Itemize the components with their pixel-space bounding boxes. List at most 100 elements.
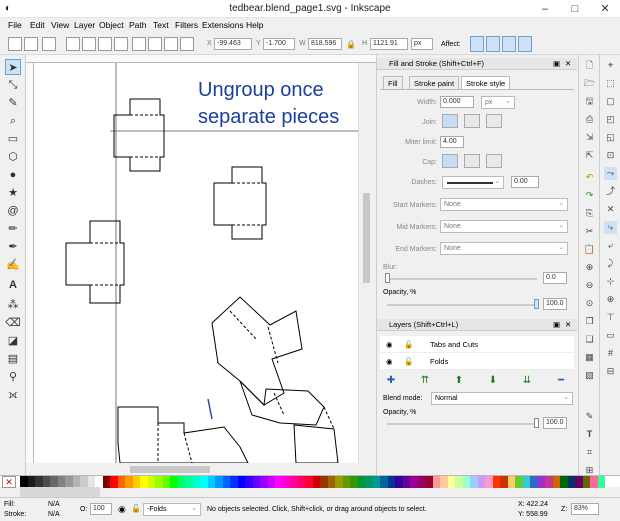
clone-icon[interactable]: ❏	[583, 333, 596, 346]
palette-swatch[interactable]	[297, 476, 305, 488]
snap-nodes-icon[interactable]: ⤳	[604, 167, 617, 180]
raise-icon[interactable]	[148, 37, 162, 51]
palette-swatch[interactable]	[537, 476, 545, 488]
add-layer-icon[interactable]: ✚	[383, 374, 399, 388]
zoom-selection-icon[interactable]: ⊕	[583, 261, 596, 274]
palette-swatch[interactable]	[177, 476, 185, 488]
duplicate-icon[interactable]: ❐	[583, 315, 596, 328]
palette-swatch[interactable]	[560, 476, 568, 488]
layer-up-icon[interactable]: ⬆	[451, 374, 467, 388]
pen-tool-icon[interactable]: ✒	[5, 239, 21, 255]
star-tool-icon[interactable]: ★	[5, 185, 21, 201]
blur-slider[interactable]	[387, 278, 537, 280]
palette-swatch[interactable]	[305, 476, 313, 488]
palette-swatch[interactable]	[380, 476, 388, 488]
horizontal-ruler[interactable]	[26, 55, 376, 63]
layer-opacity-handle[interactable]	[534, 418, 539, 428]
eraser-tool-icon[interactable]: ⌫	[5, 315, 21, 331]
palette-swatch[interactable]	[350, 476, 358, 488]
palette-swatch[interactable]	[507, 476, 515, 488]
flip-vertical-icon[interactable]	[114, 37, 128, 51]
palette-swatch[interactable]	[440, 476, 448, 488]
palette-swatch[interactable]	[387, 476, 395, 488]
canvas-annotation-text[interactable]: Ungroup once separate pieces	[198, 77, 339, 131]
palette-swatch[interactable]	[402, 476, 410, 488]
palette-swatch[interactable]	[335, 476, 343, 488]
palette-swatch[interactable]	[170, 476, 178, 488]
palette-swatch[interactable]	[500, 476, 508, 488]
snap-bbox-edges-icon[interactable]: ▢	[604, 95, 617, 108]
palette-swatch[interactable]	[365, 476, 373, 488]
y-input[interactable]: -1.700	[263, 38, 295, 50]
snap-bbox-midpoints-icon[interactable]: ◱	[604, 131, 617, 144]
snap-centers-icon[interactable]: ⊡	[604, 149, 617, 162]
palette-swatch[interactable]	[462, 476, 470, 488]
layer-opacity-slider[interactable]	[387, 423, 537, 425]
snap-cusp-icon[interactable]: ⤷	[604, 221, 617, 234]
join-miter-icon[interactable]	[442, 114, 458, 128]
palette-swatch[interactable]	[267, 476, 275, 488]
cap-butt-icon[interactable]	[442, 154, 458, 168]
rectangle-tool-icon[interactable]: ▭	[5, 131, 21, 147]
text-font-icon[interactable]: T	[583, 428, 596, 441]
snap-midpoints-icon[interactable]: ⤸	[604, 257, 617, 270]
select-all-layers-icon[interactable]	[24, 37, 38, 51]
opacity-slider-handle[interactable]	[534, 299, 539, 309]
palette-swatch[interactable]	[140, 476, 148, 488]
start-markers-select[interactable]: None	[440, 198, 568, 211]
width-unit-select[interactable]: px	[481, 96, 515, 109]
palette-swatch[interactable]	[192, 476, 200, 488]
palette-swatch[interactable]	[590, 476, 598, 488]
menu-filters[interactable]: Filters	[175, 20, 198, 30]
palette-swatch[interactable]	[455, 476, 463, 488]
layer-opacity-input[interactable]: 100.0	[543, 417, 567, 429]
menu-edit[interactable]: Edit	[30, 20, 45, 30]
snap-bbox-corners-icon[interactable]: ◰	[604, 113, 617, 126]
layers-panel-close-icon[interactable]: ✕	[565, 319, 571, 331]
palette-scrollbar[interactable]	[20, 487, 100, 497]
new-document-icon[interactable]: 🗋	[583, 59, 596, 72]
3d-box-tool-icon[interactable]: ⬡	[5, 149, 21, 165]
no-paint-icon[interactable]: ✕	[2, 476, 16, 488]
palette-swatch[interactable]	[485, 476, 493, 488]
xml-editor-icon[interactable]: ⌗	[583, 446, 596, 459]
palette-swatch[interactable]	[245, 476, 253, 488]
fill-stroke-dialog-icon[interactable]: ✎	[583, 410, 596, 423]
text-tool-icon[interactable]: A	[5, 277, 21, 293]
current-layer-select[interactable]: -Folds	[143, 503, 201, 516]
horizontal-scroll-thumb[interactable]	[130, 466, 210, 473]
vertical-scroll-thumb[interactable]	[363, 193, 370, 283]
fill-stroke-panel-header[interactable]: Fill and Stroke (Shift+Ctrl+F) ▣ ✕	[377, 58, 577, 70]
palette-swatch[interactable]	[132, 476, 140, 488]
blend-mode-select[interactable]: Normal	[431, 392, 573, 405]
snap-intersections-icon[interactable]: ✕	[604, 203, 617, 216]
menu-file[interactable]: File	[8, 20, 22, 30]
join-bevel-icon[interactable]	[486, 114, 502, 128]
cap-square-icon[interactable]	[486, 154, 502, 168]
palette-swatch[interactable]	[312, 476, 320, 488]
menu-help[interactable]: Help	[246, 20, 263, 30]
palette-swatch[interactable]	[492, 476, 500, 488]
tweak-tool-icon[interactable]: ✎	[5, 95, 21, 111]
print-icon[interactable]: ⎙	[583, 113, 596, 126]
bucket-tool-icon[interactable]: ◪	[5, 333, 21, 349]
node-tool-icon[interactable]: ⤡	[5, 77, 21, 93]
blur-slider-handle[interactable]	[385, 273, 390, 283]
palette-swatch[interactable]	[447, 476, 455, 488]
unlock-icon[interactable]: 🔓	[404, 336, 413, 353]
palette-swatch[interactable]	[155, 476, 163, 488]
deselect-icon[interactable]	[42, 37, 56, 51]
rotate-ccw-icon[interactable]	[66, 37, 80, 51]
select-all-icon[interactable]	[8, 37, 22, 51]
redo-icon[interactable]: ↷	[583, 189, 596, 202]
menu-object[interactable]: Object	[99, 20, 124, 30]
snap-enable-icon[interactable]: ⌖	[604, 59, 617, 72]
join-round-icon[interactable]	[464, 114, 480, 128]
paste-icon[interactable]: 📋	[583, 243, 596, 256]
affect-gradients-icon[interactable]	[502, 36, 516, 52]
tab-stroke-paint[interactable]: Stroke paint	[409, 76, 460, 90]
rotate-cw-icon[interactable]	[82, 37, 96, 51]
palette-swatch[interactable]	[477, 476, 485, 488]
palette-swatch[interactable]	[102, 476, 110, 488]
miter-limit-input[interactable]: 4.00	[440, 136, 464, 148]
